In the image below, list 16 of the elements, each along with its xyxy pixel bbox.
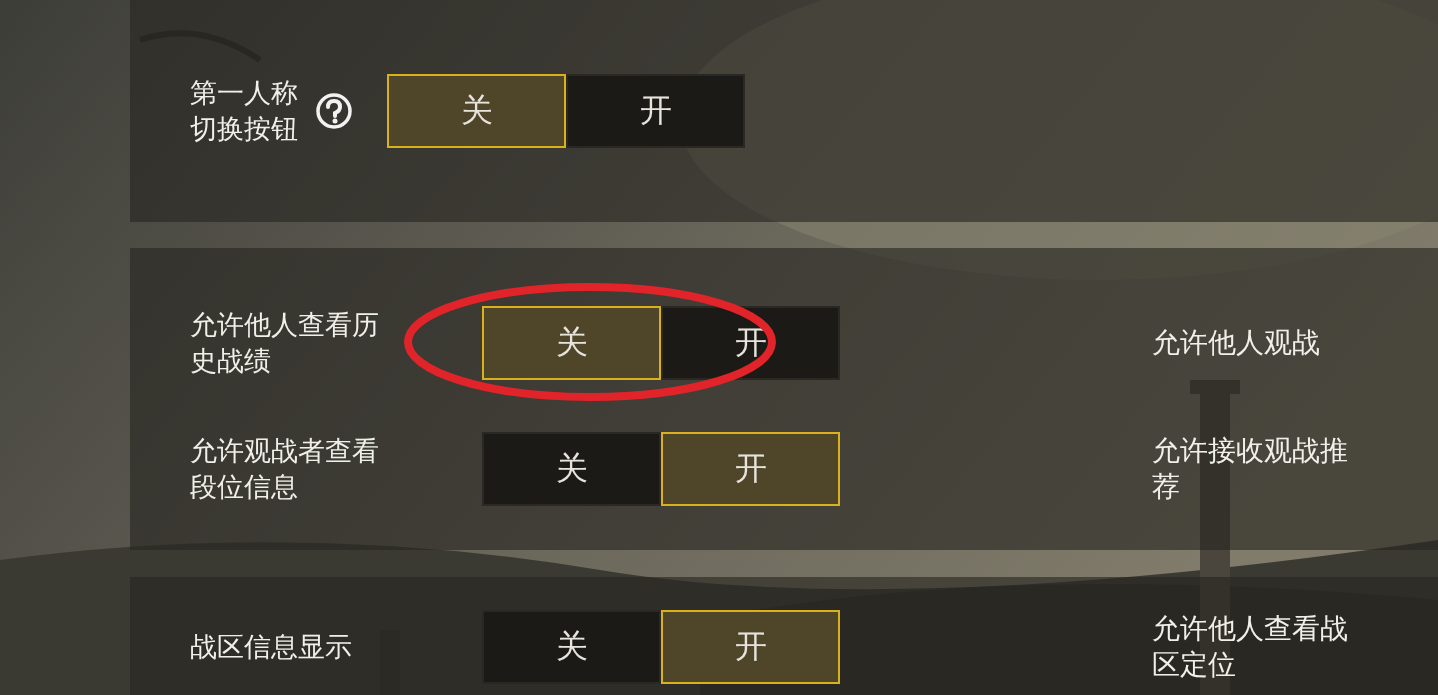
toggle-option[interactable]: 开 — [566, 74, 745, 148]
help-icon[interactable] — [314, 91, 355, 131]
setting-label: 允许观战者查看段位信息 — [190, 434, 380, 504]
setting-label: 第一人称切换按钮 — [190, 76, 299, 146]
toggle-option[interactable]: 开 — [661, 306, 840, 380]
setting-label: 允许他人观战 — [1152, 325, 1321, 361]
setting-label: 允许他人查看历史战绩 — [190, 308, 380, 378]
toggle-option[interactable]: 关 — [387, 74, 566, 148]
toggle-option[interactable]: 关 — [482, 610, 661, 684]
setting-label: 战区信息显示 — [190, 630, 353, 664]
toggle-option[interactable]: 关 — [482, 306, 661, 380]
toggle-option[interactable]: 关 — [482, 432, 661, 506]
setting-label: 允许他人查看战区定位 — [1152, 611, 1349, 683]
toggle-option[interactable]: 开 — [661, 432, 840, 506]
setting-label: 允许接收观战推荐 — [1152, 433, 1349, 505]
toggle-option[interactable]: 开 — [661, 610, 840, 684]
